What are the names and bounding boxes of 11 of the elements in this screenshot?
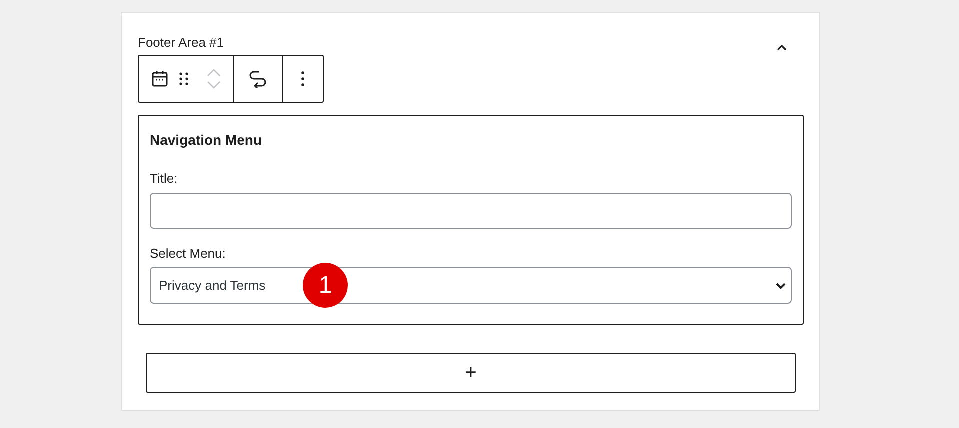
block-title: Navigation Menu <box>150 131 264 150</box>
transform-icon[interactable] <box>248 70 268 88</box>
panel-title: Footer Area #1 <box>138 34 224 52</box>
add-block-button[interactable]: + <box>146 353 796 393</box>
callout-marker: 1 <box>303 263 348 308</box>
more-options-icon[interactable] <box>301 71 305 87</box>
title-input-field[interactable] <box>150 192 792 228</box>
calendar-icon[interactable] <box>151 70 169 88</box>
drag-handle-icon[interactable] <box>179 72 189 86</box>
field-label: Select Menu: <box>150 244 227 262</box>
field-label: Title: <box>150 170 179 188</box>
